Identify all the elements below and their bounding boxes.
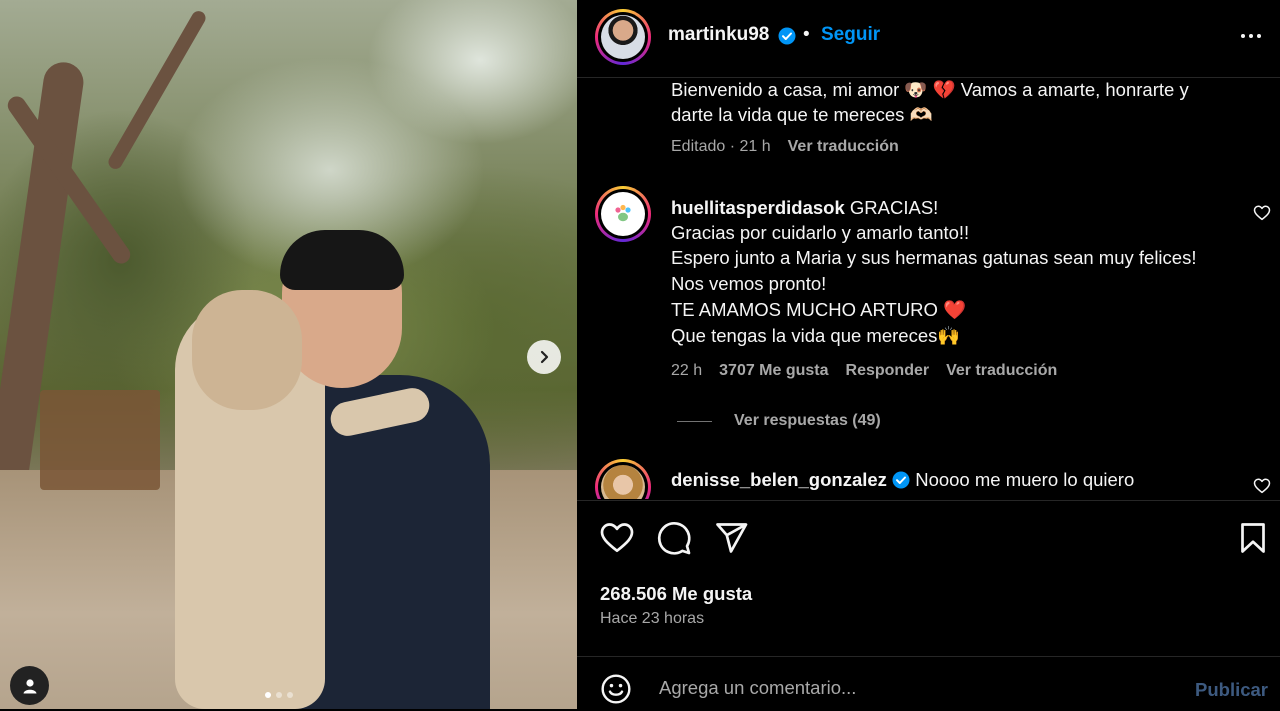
comment-line: Que tengas la vida que mereces🙌 <box>671 325 961 346</box>
comment-line: Nos vemos pronto! <box>671 273 827 294</box>
post-photo[interactable] <box>0 0 577 709</box>
comment-translate-link[interactable]: Ver traducción <box>946 362 1057 380</box>
comment-line: Noooo me muero lo quiero <box>915 469 1135 490</box>
post-header: martinku98 • Seguir <box>577 0 1280 78</box>
comment-text: denisse_belen_gonzalez Noooo me muero lo… <box>671 467 1134 492</box>
view-replies[interactable]: Ver respuestas (49) <box>734 412 881 430</box>
next-slide-button[interactable] <box>527 340 561 374</box>
commenter-avatar[interactable] <box>595 459 651 499</box>
comment-input[interactable] <box>657 669 1181 707</box>
comment-line: Gracias por cuidarlo y amarlo tanto!! <box>671 222 970 243</box>
commenter-username[interactable]: huellitasperdidasok <box>671 197 845 218</box>
verified-badge-icon <box>778 27 796 45</box>
comment-meta: 22 h 3707 Me gusta Responder Ver traducc… <box>671 362 1057 380</box>
post-actions: 268.506 Me gusta Hace 23 horas Publicar <box>577 500 1280 710</box>
caption-line: Bienvenido a casa, mi amor 🐶 💔 Vamos a a… <box>671 79 1189 100</box>
header-separator: • <box>803 24 810 45</box>
comment-composer: Publicar <box>577 656 1280 711</box>
carousel-dot <box>265 692 271 698</box>
comment-text: huellitasperdidasok GRACIAS! <box>671 195 938 220</box>
bookmark-icon[interactable] <box>1235 520 1271 556</box>
comment-icon[interactable] <box>656 520 692 556</box>
carousel-dot <box>287 692 293 698</box>
commenter-avatar[interactable] <box>595 186 651 242</box>
verified-badge-icon <box>892 471 910 489</box>
chevron-right-icon <box>540 350 549 364</box>
publish-button[interactable]: Publicar <box>1195 679 1268 701</box>
carousel-dot <box>276 692 282 698</box>
post-likes-count[interactable]: 268.506 Me gusta <box>600 583 752 605</box>
comment-line: TE AMAMOS MUCHO ARTURO ❤️ <box>671 299 967 320</box>
post-details-panel: martinku98 • Seguir Bienvenido a casa, m… <box>577 0 1280 709</box>
author-avatar[interactable] <box>595 9 651 65</box>
paw-logo-icon <box>615 204 631 222</box>
more-dots-icon[interactable] <box>1239 24 1263 48</box>
user-tag-button[interactable] <box>10 666 49 705</box>
comment-likes-count[interactable]: 3707 Me gusta <box>719 362 828 380</box>
post-timestamp[interactable]: Hace 23 horas <box>600 610 704 628</box>
view-replies-link[interactable]: Ver respuestas (49) <box>734 412 881 430</box>
comment-time: 22 h <box>671 362 703 379</box>
caption-line: darte la vida que te mereces 🫶🏻 <box>671 104 933 125</box>
follow-button[interactable]: Seguir <box>821 24 880 46</box>
comment-like-icon[interactable] <box>1253 477 1271 495</box>
comment-line: GRACIAS! <box>849 197 939 218</box>
comment-like-icon[interactable] <box>1253 204 1271 222</box>
carousel-indicator <box>265 692 293 698</box>
author-username[interactable]: martinku98 <box>668 24 769 46</box>
caption-edited-time: Editado · 21 h <box>671 138 771 155</box>
comment-line: Espero junto a Maria y sus hermanas gatu… <box>671 247 1197 268</box>
comments-list[interactable]: Bienvenido a casa, mi amor 🐶 💔 Vamos a a… <box>577 78 1280 499</box>
commenter-username[interactable]: denisse_belen_gonzalez <box>671 469 887 490</box>
replies-divider <box>677 421 712 422</box>
reply-button[interactable]: Responder <box>846 362 930 380</box>
send-icon[interactable] <box>713 520 749 556</box>
caption-meta: Editado · 21 h Ver traducción <box>671 138 899 156</box>
caption-translate-link[interactable]: Ver traducción <box>788 138 899 156</box>
emoji-icon[interactable] <box>600 673 632 705</box>
heart-icon[interactable] <box>599 520 635 556</box>
user-tag-icon <box>23 678 36 693</box>
